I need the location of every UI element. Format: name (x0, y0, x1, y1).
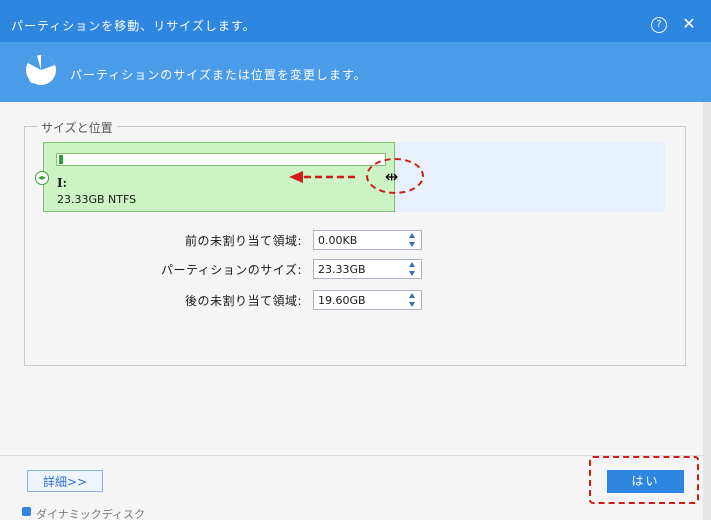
partition-resize-icon (26, 55, 56, 85)
spin-up-icon[interactable] (409, 293, 415, 298)
field-value[interactable]: 19.60GB (318, 294, 366, 307)
background-window-text: ダイナミックディスク (36, 508, 146, 520)
ok-button-highlight (589, 456, 699, 504)
window-edge (703, 102, 711, 520)
spin-up-icon[interactable] (409, 262, 415, 267)
unallocated-space-area[interactable] (395, 142, 665, 212)
background-window-strip: ダイナミックディスク (0, 504, 703, 520)
spin-down-icon[interactable] (409, 242, 415, 247)
help-icon[interactable]: ? (651, 17, 667, 33)
usage-bar-fill (59, 155, 63, 164)
unallocated-after-stepper[interactable]: 19.60GB (313, 290, 422, 310)
drag-direction-arrow-icon (289, 171, 355, 183)
resize-cursor-icon[interactable]: ⇹ (385, 169, 411, 185)
field-row-before: 前の未割り当て領域: 0.00KB (0, 230, 711, 250)
partition-size-stepper[interactable]: 23.33GB (313, 259, 422, 279)
spin-up-icon[interactable] (409, 233, 415, 238)
disk-icon (22, 507, 31, 516)
details-button[interactable]: 詳細>> (27, 470, 103, 492)
field-value[interactable]: 0.00KB (318, 234, 357, 247)
dialog-title: パーティションを移動、リサイズします。 (11, 19, 256, 33)
field-row-size: パーティションのサイズ: 23.33GB (0, 259, 711, 279)
field-row-after: 後の未割り当て領域: 19.60GB (0, 290, 711, 310)
unallocated-before-stepper[interactable]: 0.00KB (313, 230, 422, 250)
close-icon[interactable]: ✕ (679, 14, 699, 34)
banner-description: パーティションのサイズまたは位置を変更します。 (70, 68, 367, 82)
field-label: 後の未割り当て領域: (184, 294, 302, 308)
drive-letter: I: (57, 176, 68, 190)
title-bar: パーティションを移動、リサイズします。 ? ✕ (0, 0, 711, 42)
group-label: サイズと位置 (37, 119, 117, 136)
field-value[interactable]: 23.33GB (318, 263, 366, 276)
spin-down-icon[interactable] (409, 302, 415, 307)
partition-info: 23.33GB NTFS (57, 193, 137, 206)
field-label: 前の未割り当て領域: (184, 234, 302, 248)
resize-partition-dialog: パーティションを移動、リサイズします。 ? ✕ パーティションのサイズまたは位置… (0, 0, 711, 520)
left-resize-handle-icon[interactable]: ◂▸ (35, 171, 49, 185)
usage-bar (56, 153, 386, 166)
dialog-banner: パーティションのサイズまたは位置を変更します。 (0, 42, 711, 102)
spin-down-icon[interactable] (409, 271, 415, 276)
field-label: パーティションのサイズ: (161, 263, 302, 277)
